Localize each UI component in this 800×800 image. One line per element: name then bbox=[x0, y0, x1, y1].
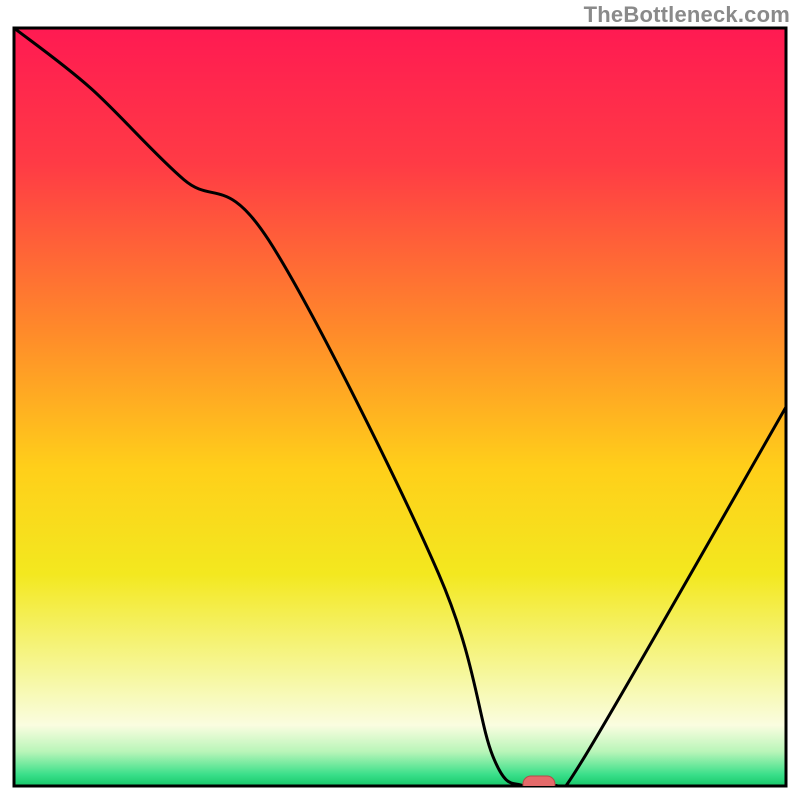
plot-background bbox=[14, 28, 786, 786]
optimal-marker bbox=[523, 776, 555, 792]
bottleneck-chart bbox=[0, 0, 800, 800]
chart-frame: TheBottleneck.com bbox=[0, 0, 800, 800]
watermark-text: TheBottleneck.com bbox=[584, 2, 790, 28]
